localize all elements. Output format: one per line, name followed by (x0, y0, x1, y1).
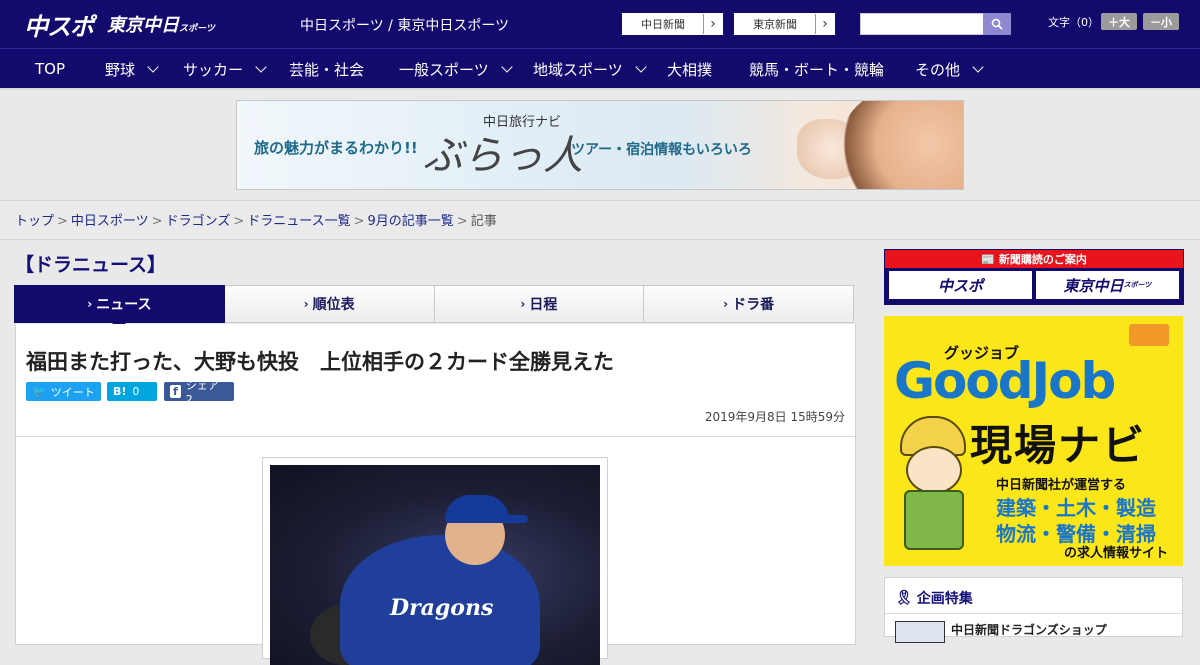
facebook-icon: f (170, 385, 181, 398)
goodjob-navi-ad[interactable]: グッジョブ GoodJob 現場ナビ 中日新聞社が運営する 建築・土木・製造 物… (884, 316, 1183, 566)
breadcrumb-separator: > (456, 214, 468, 229)
tab-dora-ban[interactable]: › ドラ番 (643, 285, 854, 323)
hatena-icon: B! (113, 385, 127, 398)
nav-item-racing[interactable]: 競馬・ボート・競輪 (749, 49, 884, 89)
paper-link-label: 中日新聞 (623, 14, 704, 34)
nav-item-baseball[interactable]: 野球 (105, 49, 159, 89)
goodjob-footer: の求人情報サイト (1064, 546, 1169, 561)
breadcrumb-link-dragons[interactable]: ドラゴンズ (166, 214, 231, 229)
construction-worker-illustration (900, 416, 970, 550)
chevron-down-icon (147, 60, 159, 73)
breadcrumb-link-top[interactable]: トップ (15, 214, 54, 229)
breadcrumb-link-september-articles[interactable]: 9月の記事一覧 (368, 214, 454, 229)
breadcrumb-separator: > (57, 214, 68, 229)
tokyo-shimbun-link[interactable]: 東京新聞 › (734, 13, 835, 35)
chevron-right-icon: › (87, 297, 93, 311)
site-name: 中日スポーツ / 東京中日スポーツ (300, 18, 510, 34)
goodjob-operator: 中日新聞社が運営する (996, 478, 1127, 493)
chunichi-shimbun-link[interactable]: 中日新聞 › (622, 13, 723, 35)
chevron-right-icon: › (520, 297, 526, 311)
article-card: 福田また打った、大野も快投 上位相手の２カード全勝見えた 🐦 ツイート B! 0 f… (15, 324, 856, 665)
site-header: 中スポ 東京中日スポーツ 中日スポーツ / 東京中日スポーツ 中日新聞 › 東京… (0, 0, 1200, 48)
newspaper-icon: 📰 (981, 252, 995, 266)
section-title: 【ドラニュース】 (15, 254, 167, 276)
section-tabs: › ニュース › 順位表 › 日程 › ドラ番 (14, 285, 854, 330)
woman-photo (837, 101, 963, 189)
goodjob-title: GoodJob (894, 352, 1116, 410)
nav-item-top[interactable]: TOP (35, 49, 65, 89)
chevron-down-icon (635, 60, 647, 73)
nav-item-local-sports[interactable]: 地域スポーツ (533, 49, 647, 89)
paper-link-label: 東京新聞 (735, 14, 816, 34)
chevron-right-icon: › (723, 297, 729, 311)
worker-face (906, 446, 962, 494)
tab-news[interactable]: › ニュース (14, 285, 225, 330)
breadcrumb-separator: > (233, 214, 245, 229)
breadcrumb-link-chunichi-sports[interactable]: 中日スポーツ (71, 214, 149, 229)
breadcrumb-link-dra-news-list[interactable]: ドラニュース一覧 (247, 214, 350, 229)
chevron-down-icon (255, 60, 267, 73)
article-photo[interactable]: Dragons (270, 465, 600, 665)
tweet-button[interactable]: 🐦 ツイート (26, 382, 101, 401)
chevron-right-icon: › (822, 16, 828, 32)
facebook-share-button[interactable]: f シェア 2 (164, 379, 234, 406)
player-cap-bill (498, 515, 528, 523)
subscription-buttons: 中スポ 東京中日 スポーツ (885, 268, 1183, 302)
breadcrumb-separator: > (151, 214, 163, 229)
ribbon-icon: 🎗 (895, 590, 913, 606)
feature-title: 🎗 企画特集 (895, 590, 973, 607)
subscribe-tokyo-chunichi-button[interactable]: 東京中日 スポーツ (1036, 271, 1179, 299)
search-button[interactable] (983, 13, 1011, 35)
feature-divider (885, 613, 1182, 614)
feature-box: 🎗 企画特集 中日新聞ドラゴンズショップ (884, 577, 1183, 643)
nav-item-sumo[interactable]: 大相撲 (667, 49, 712, 89)
banner-left-text: 旅の魅力がまるわかり!! (254, 139, 418, 157)
font-size-label: 文字（0） (1048, 16, 1099, 29)
article-divider (16, 436, 855, 437)
font-bigger-button[interactable]: ＋大 (1101, 13, 1137, 30)
chevron-right-icon: › (303, 297, 309, 311)
logo-tokyo-chunichi[interactable]: 東京中日スポーツ (107, 11, 215, 37)
banner-right-text: ツアー・宿泊情報もいろいろ (571, 142, 752, 158)
nav-item-soccer[interactable]: サッカー (183, 49, 267, 89)
nav-item-entertainment[interactable]: 芸能・社会 (289, 49, 364, 89)
site-logo[interactable]: 中スポ 東京中日スポーツ (24, 7, 215, 42)
subscribe-chuspo-button[interactable]: 中スポ (889, 271, 1032, 299)
hatena-bookmark-button[interactable]: B! 0 (107, 382, 157, 401)
breadcrumb-current: 記事 (470, 214, 497, 229)
font-smaller-button[interactable]: －小 (1143, 13, 1179, 30)
article-date: 2019年9月8日 15時59分 (704, 410, 845, 424)
banner-brand-big: ぶらっ人 (423, 133, 583, 179)
nav-item-other[interactable]: その他 (915, 49, 984, 89)
jersey-lettering: Dragons (390, 595, 494, 621)
chevron-down-icon (501, 60, 513, 73)
search-input[interactable] (860, 13, 984, 35)
breadcrumb: トップ > 中日スポーツ > ドラゴンズ > ドラニュース一覧 >9月の記事一覧 > 記事 (15, 210, 497, 229)
main-nav: TOP 野球 サッカー 芸能・社会 一般スポーツ 地域スポーツ 大相撲 競馬・ボ… (0, 48, 1200, 89)
goodjob-industries-1: 建築・土木・製造 (996, 496, 1156, 520)
chevron-down-icon (972, 60, 984, 73)
tab-schedule[interactable]: › 日程 (433, 285, 645, 323)
chevron-right-icon: › (710, 16, 716, 32)
nav-item-general-sports[interactable]: 一般スポーツ (399, 49, 513, 89)
logo-chuspo[interactable]: 中スポ (24, 7, 94, 42)
subscription-heading: 📰 新聞購読のご案内 (885, 250, 1183, 268)
truck-icon (1129, 324, 1169, 346)
article-photo-frame: Dragons (262, 457, 608, 665)
worker-vest (904, 490, 964, 550)
travel-navi-banner-ad[interactable]: 旅の魅力がまるわかり!! 中日旅行ナビ ぶらっ人 ツアー・宿泊情報もいろいろ (236, 100, 964, 190)
breadcrumb-separator: > (353, 214, 365, 229)
goodjob-navi: 現場ナビ (970, 421, 1147, 470)
twitter-icon: 🐦 (32, 385, 46, 398)
subscription-box: 📰 新聞購読のご案内 中スポ 東京中日 スポーツ (884, 249, 1184, 305)
feature-thumbnail[interactable] (895, 621, 945, 643)
search-icon (991, 18, 1003, 30)
tab-standings[interactable]: › 順位表 (223, 285, 435, 323)
article-headline: 福田また打った、大野も快投 上位相手の２カード全勝見えた (26, 350, 614, 374)
